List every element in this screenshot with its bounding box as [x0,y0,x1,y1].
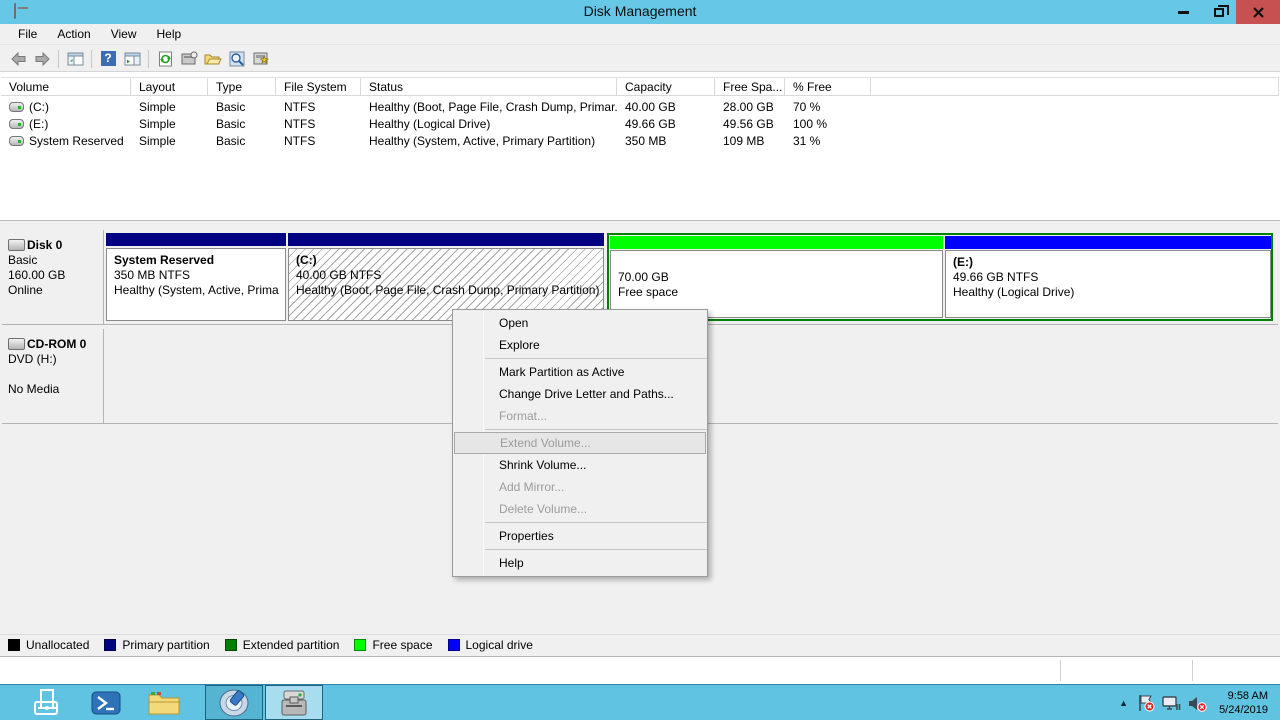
context-menu-separator [485,429,707,430]
show-console-tree-icon[interactable] [63,48,87,70]
taskbar-powershell-icon[interactable] [77,685,135,720]
restore-button[interactable] [1201,0,1236,24]
partition-header-strip [106,233,286,246]
disk0-label[interactable]: Disk 0 Basic 160.00 GB Online [2,230,104,324]
refresh-icon[interactable] [153,48,177,70]
legend-label-unallocated: Unallocated [26,638,89,652]
taskbar-server-manager-icon[interactable] [19,685,77,720]
system-tray: ▲ 9:58 AM 5/24/2019 [1119,685,1274,720]
legend-label-logical: Logical drive [466,638,533,652]
legend-bar: Unallocated Primary partition Extended p… [0,634,1280,655]
menu-bar: File Action View Help [0,24,1280,45]
network-icon[interactable] [1162,695,1181,712]
context-menu-separator [485,549,707,550]
menu-file[interactable]: File [8,25,47,43]
context-menu: Open Explore Mark Partition as Active Ch… [452,309,708,577]
legend-swatch-unallocated [8,639,20,651]
forward-icon[interactable] [30,48,54,70]
context-menu-item-add-mirror: Add Mirror... [453,476,707,498]
column-header-free-space[interactable]: Free Spa... [715,78,785,95]
window-title: Disk Management [0,3,1280,19]
show-hidden-icons-icon[interactable]: ▲ [1119,698,1128,708]
legend-swatch-logical [448,639,460,651]
column-header-filler [871,78,1279,95]
partition-system-reserved[interactable]: System Reserved 350 MB NTFS Healthy (Sys… [106,233,286,321]
open-folder-icon[interactable] [201,48,225,70]
volume-icon [9,136,24,146]
context-menu-item-change-drive-letter[interactable]: Change Drive Letter and Paths... [453,383,707,405]
taskbar-disk-tool-icon[interactable] [205,685,263,720]
column-header-volume[interactable]: Volume [1,78,131,95]
volume-row-system-reserved[interactable]: System Reserved Simple Basic NTFS Health… [1,132,1279,149]
legend-swatch-free-space [354,639,366,651]
close-button[interactable] [1236,0,1280,24]
volume-muted-icon[interactable] [1188,695,1207,712]
column-header-capacity[interactable]: Capacity [617,78,715,95]
cdrom-label[interactable]: CD-ROM 0 DVD (H:) No Media [2,329,104,423]
cdrom-icon [8,338,25,350]
status-bar [0,656,1280,684]
clock-date: 5/24/2019 [1219,703,1268,717]
legend-label-extended: Extended partition [243,638,340,652]
toolbar: ? [0,46,1280,72]
screen: Disk Management File Action View Help ? [0,0,1280,720]
properties-icon[interactable] [177,48,201,70]
context-menu-item-delete-volume: Delete Volume... [453,498,707,520]
taskbar: ▲ 9:58 AM 5/24/2019 [0,684,1280,720]
menu-view[interactable]: View [101,25,147,43]
context-menu-item-extend-volume: Extend Volume... [454,432,706,454]
context-menu-item-explore[interactable]: Explore [453,334,707,356]
context-menu-item-open[interactable]: Open [453,312,707,334]
context-menu-separator [485,358,707,359]
volume-row-e[interactable]: (E:) Simple Basic NTFS Healthy (Logical … [1,115,1279,132]
context-menu-item-properties[interactable]: Properties [453,525,707,547]
hard-disk-icon [8,239,25,251]
search-icon[interactable] [225,48,249,70]
free-space-block[interactable]: 70.00 GB Free space [610,236,943,318]
action-center-flag-icon[interactable] [1137,694,1155,712]
title-bar: Disk Management [0,0,1280,24]
free-space-header-strip [610,236,943,249]
partition-header-strip [288,233,604,246]
context-menu-item-mark-partition-active[interactable]: Mark Partition as Active [453,361,707,383]
context-menu-item-format: Format... [453,405,707,427]
extended-partition-container: 70.00 GB Free space (E:) 49.66 GB NTFS H… [607,233,1273,321]
volume-icon [9,119,24,129]
help-icon[interactable]: ? [96,48,120,70]
column-header-pct-free[interactable]: % Free [785,78,871,95]
taskbar-clock[interactable]: 9:58 AM 5/24/2019 [1219,689,1268,717]
taskbar-disk-management-icon[interactable] [265,685,323,720]
column-header-file-system[interactable]: File System [276,78,361,95]
column-header-status[interactable]: Status [361,78,617,95]
menu-action[interactable]: Action [47,25,100,43]
volume-list-header: Volume Layout Type File System Status Ca… [1,77,1279,96]
legend-label-free-space: Free space [372,638,432,652]
volume-row-c[interactable]: (C:) Simple Basic NTFS Healthy (Boot, Pa… [1,98,1279,115]
disk-settings-icon[interactable] [249,48,273,70]
minimize-button[interactable] [1166,0,1201,24]
legend-swatch-primary [104,639,116,651]
back-icon[interactable] [6,48,30,70]
column-header-type[interactable]: Type [208,78,276,95]
partition-e[interactable]: (E:) 49.66 GB NTFS Healthy (Logical Driv… [945,236,1271,318]
legend-label-primary: Primary partition [122,638,209,652]
volume-list-panel: Volume Layout Type File System Status Ca… [0,72,1280,221]
context-menu-item-shrink-volume[interactable]: Shrink Volume... [453,454,707,476]
context-menu-separator [485,522,707,523]
taskbar-file-explorer-icon[interactable] [135,685,193,720]
partition-c[interactable]: (C:) 40.00 GB NTFS Healthy (Boot, Page F… [288,233,604,321]
volume-icon [9,102,24,112]
logical-drive-header-strip [945,236,1271,249]
clock-time: 9:58 AM [1219,689,1268,703]
menu-help[interactable]: Help [147,25,192,43]
column-header-layout[interactable]: Layout [131,78,208,95]
show-action-pane-icon[interactable] [120,48,144,70]
legend-swatch-extended [225,639,237,651]
context-menu-item-help[interactable]: Help [453,552,707,574]
